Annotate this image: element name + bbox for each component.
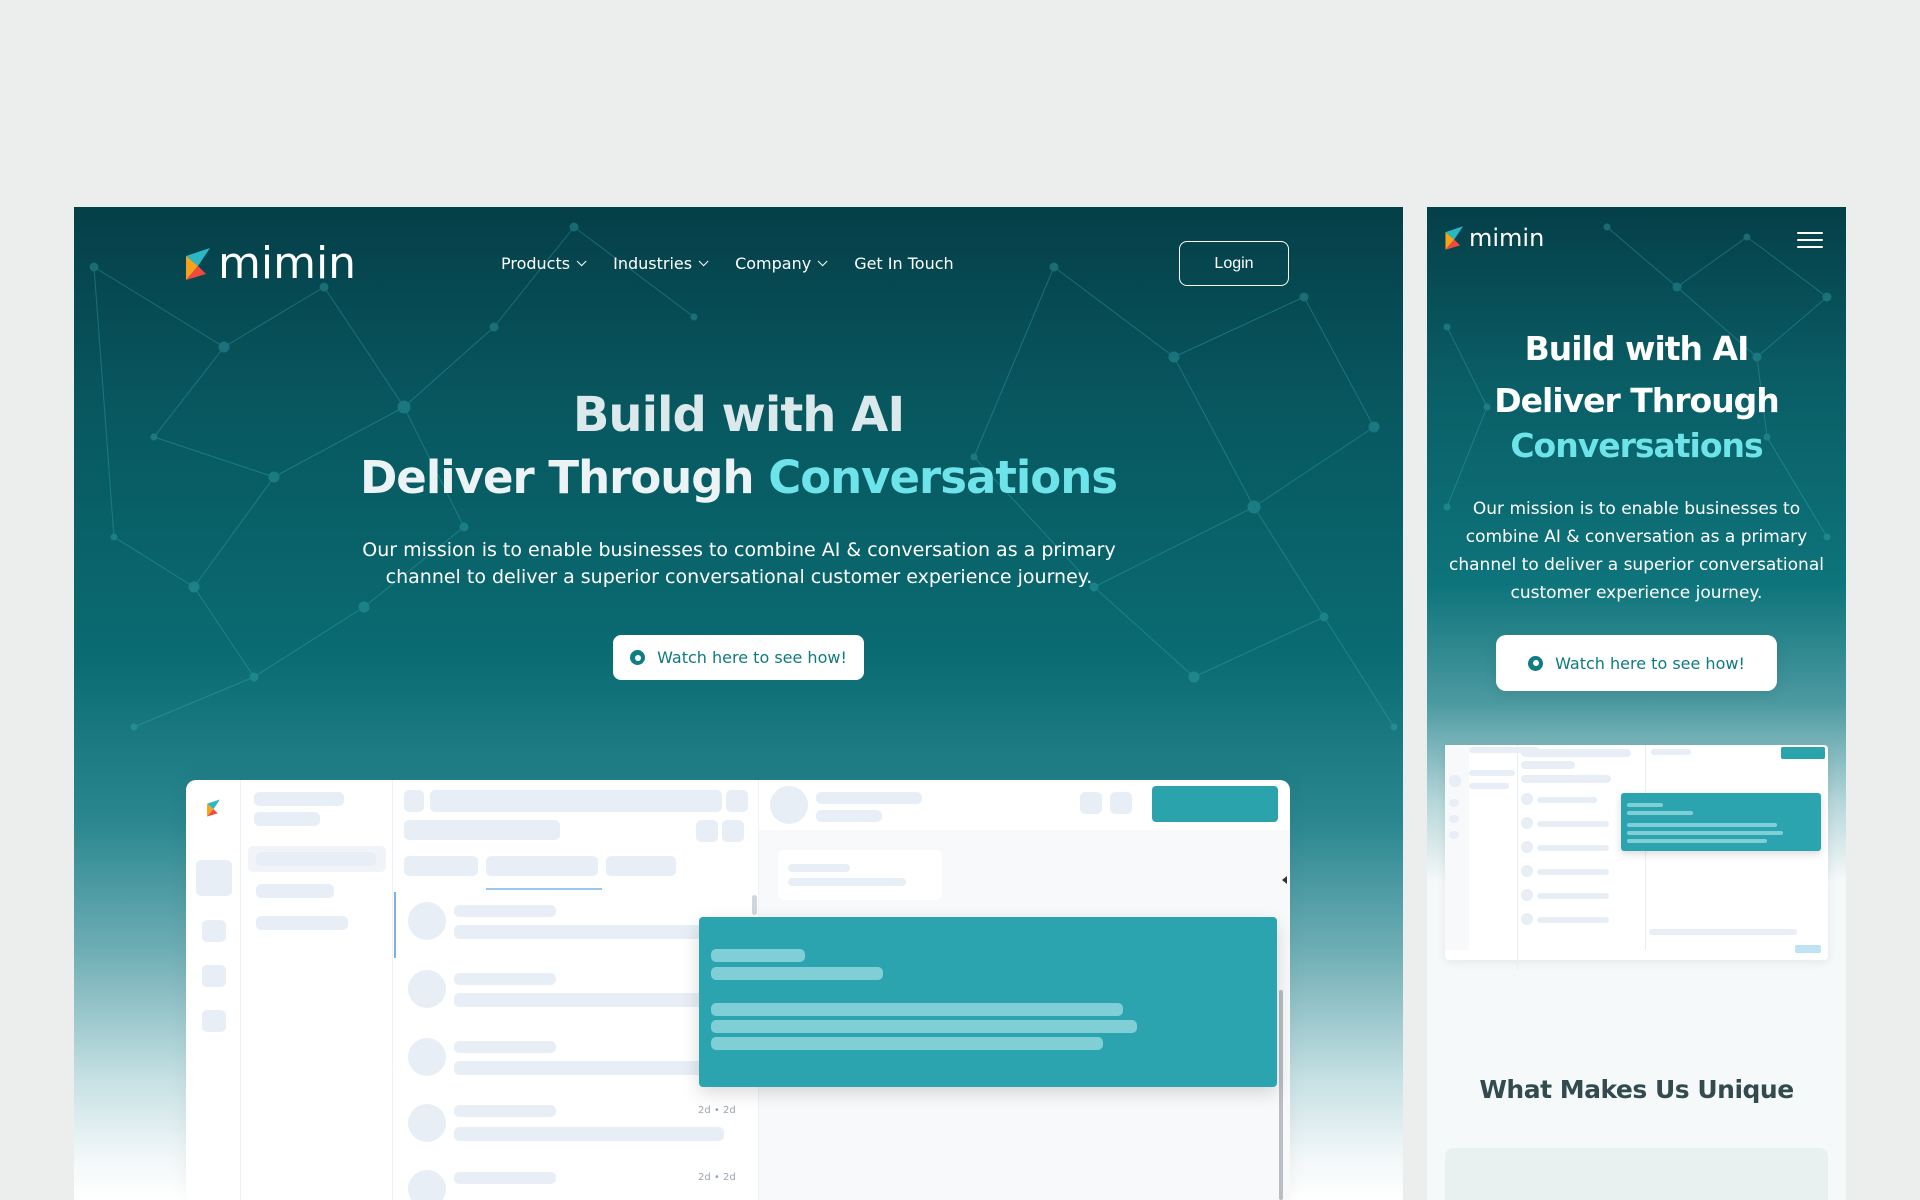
main-nav: Products Industries Company Get In Touch <box>501 254 954 273</box>
mobile-hero-line2: Deliver Through <box>1494 381 1780 420</box>
mobile-product-screenshot <box>1445 745 1828 970</box>
mobile-watch-video-label: Watch here to see how! <box>1555 653 1745 673</box>
chevron-down-icon <box>817 256 828 267</box>
logo-mark-icon <box>186 248 210 280</box>
hamburger-menu-icon[interactable] <box>1797 232 1823 250</box>
mock-time-label: 2d • 2d <box>698 1172 736 1183</box>
mobile-hero-line3: Conversations <box>1510 426 1763 465</box>
nav-get-in-touch[interactable]: Get In Touch <box>854 254 953 273</box>
watch-video-label: Watch here to see how! <box>657 648 847 667</box>
brand-logo[interactable]: mimin <box>184 242 356 286</box>
mobile-brand-logo[interactable]: mimin <box>1444 224 1544 252</box>
mobile-brand-name: mimin <box>1469 224 1545 252</box>
watch-video-button[interactable]: Watch here to see how! <box>613 635 864 680</box>
nav-industries-label: Industries <box>613 254 693 273</box>
mobile-preview: mimin Build with AI Deliver Through Conv… <box>1427 207 1846 1200</box>
login-button[interactable]: Login <box>1179 241 1289 286</box>
hero-title-line1: Build with AI <box>572 387 905 443</box>
hero-mission: Our mission is to enable businesses to c… <box>362 539 1116 588</box>
section-title-unique: What Makes Us Unique <box>1479 1075 1794 1104</box>
hero-title-plain: Deliver Through <box>359 451 769 504</box>
hero-title-line2: Deliver Through Conversations <box>74 451 1403 504</box>
desktop-preview: mimin Products Industries Company Get In… <box>74 207 1403 1200</box>
hero-title-accent: Conversations <box>768 451 1118 504</box>
nav-products[interactable]: Products <box>501 254 587 273</box>
logo-mark-icon <box>1445 226 1464 250</box>
nav-industries[interactable]: Industries <box>613 254 709 273</box>
nav-company[interactable]: Company <box>735 254 828 273</box>
play-icon <box>630 650 646 665</box>
chevron-down-icon <box>576 256 587 267</box>
nav-get-in-touch-label: Get In Touch <box>854 254 954 273</box>
feature-card <box>1445 1148 1828 1200</box>
mock-time-label: 2d • 2d <box>698 1105 736 1116</box>
mock-logo-icon <box>207 799 220 817</box>
mobile-hero-mission: Our mission is to enable businesses to c… <box>1449 499 1824 603</box>
mobile-watch-video-button[interactable]: Watch here to see how! <box>1496 635 1777 691</box>
highlight-card <box>699 917 1277 1087</box>
chevron-down-icon <box>698 256 709 267</box>
nav-products-label: Products <box>501 254 571 273</box>
nav-company-label: Company <box>735 254 812 273</box>
product-screenshot: 2d • 2d 2d • 2d <box>186 780 1290 1200</box>
play-icon <box>1528 655 1544 671</box>
mobile-hero-line1: Build with AI <box>1524 329 1750 368</box>
brand-name: mimin <box>218 238 357 289</box>
